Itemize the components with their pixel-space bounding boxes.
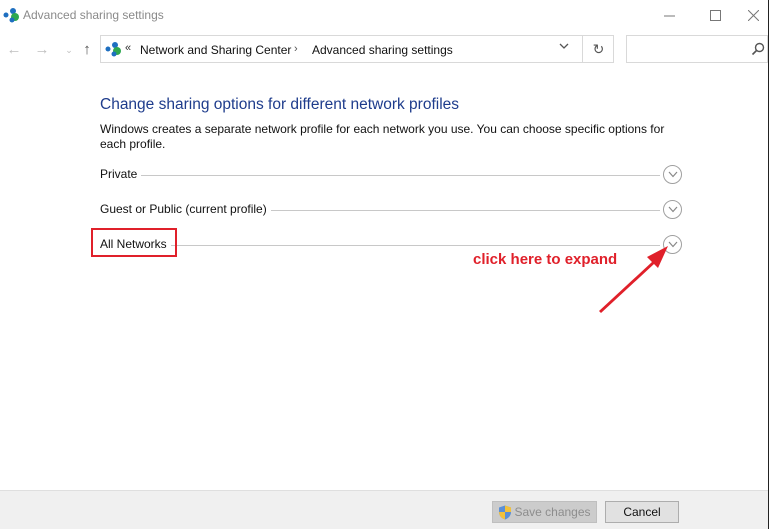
network-icon <box>105 42 121 57</box>
chevron-down-icon <box>668 171 677 178</box>
annotation-arrow-icon <box>599 246 668 313</box>
uac-shield-icon <box>499 505 512 519</box>
breadcrumb-advanced-sharing-settings[interactable]: Advanced sharing settings <box>312 43 453 57</box>
window-title: Advanced sharing settings <box>23 8 164 22</box>
breadcrumb-separator[interactable]: › <box>294 43 298 55</box>
save-changes-label: Save changes <box>514 505 591 519</box>
search-icon <box>751 42 765 56</box>
divider <box>100 245 660 246</box>
address-bar[interactable]: « Network and Sharing Center › Advanced … <box>100 35 614 63</box>
cancel-button[interactable]: Cancel <box>605 501 679 523</box>
maximize-button[interactable] <box>692 0 738 30</box>
network-icon <box>3 8 19 23</box>
search-box[interactable] <box>626 35 768 63</box>
close-icon <box>747 9 759 21</box>
chevron-down-icon <box>559 43 569 49</box>
profile-label: Guest or Public (current profile) <box>100 202 271 216</box>
refresh-button[interactable]: ↻ <box>582 36 614 62</box>
recent-locations-button[interactable]: ⌄ <box>60 42 78 58</box>
maximize-icon <box>709 9 721 21</box>
minimize-icon <box>663 15 675 16</box>
profile-private[interactable]: Private <box>100 165 682 189</box>
page-heading: Change sharing options for different net… <box>100 96 460 113</box>
profile-label: All Networks <box>100 237 171 251</box>
up-button[interactable]: ↑ <box>78 42 96 58</box>
expand-guest-or-public-button[interactable] <box>663 200 682 219</box>
minimize-button[interactable] <box>646 0 692 30</box>
page-description: Windows creates a separate network profi… <box>100 122 665 151</box>
chevron-down-icon <box>668 206 677 213</box>
navigation-bar: ← → ⌄ ↑ « Network and Sharing Center › A… <box>0 34 768 66</box>
footer-bar: Save changes Cancel <box>0 490 768 529</box>
title-bar: Advanced sharing settings <box>0 0 768 30</box>
profile-guest-or-public[interactable]: Guest or Public (current profile) <box>100 200 682 224</box>
forward-button[interactable]: → <box>33 42 51 58</box>
refresh-icon: ↻ <box>592 40 605 57</box>
advanced-sharing-window: Advanced sharing settings ← → ⌄ ↑ « Netw… <box>0 0 769 529</box>
save-changes-button[interactable]: Save changes <box>492 501 597 523</box>
breadcrumb-overflow[interactable]: « <box>125 42 131 54</box>
back-button[interactable]: ← <box>5 42 23 58</box>
breadcrumb-network-and-sharing-center[interactable]: Network and Sharing Center <box>140 43 291 57</box>
profile-label: Private <box>100 167 142 181</box>
divider <box>100 175 660 176</box>
expand-private-button[interactable] <box>663 165 682 184</box>
address-dropdown-button[interactable] <box>556 42 572 56</box>
close-button[interactable] <box>738 0 768 30</box>
